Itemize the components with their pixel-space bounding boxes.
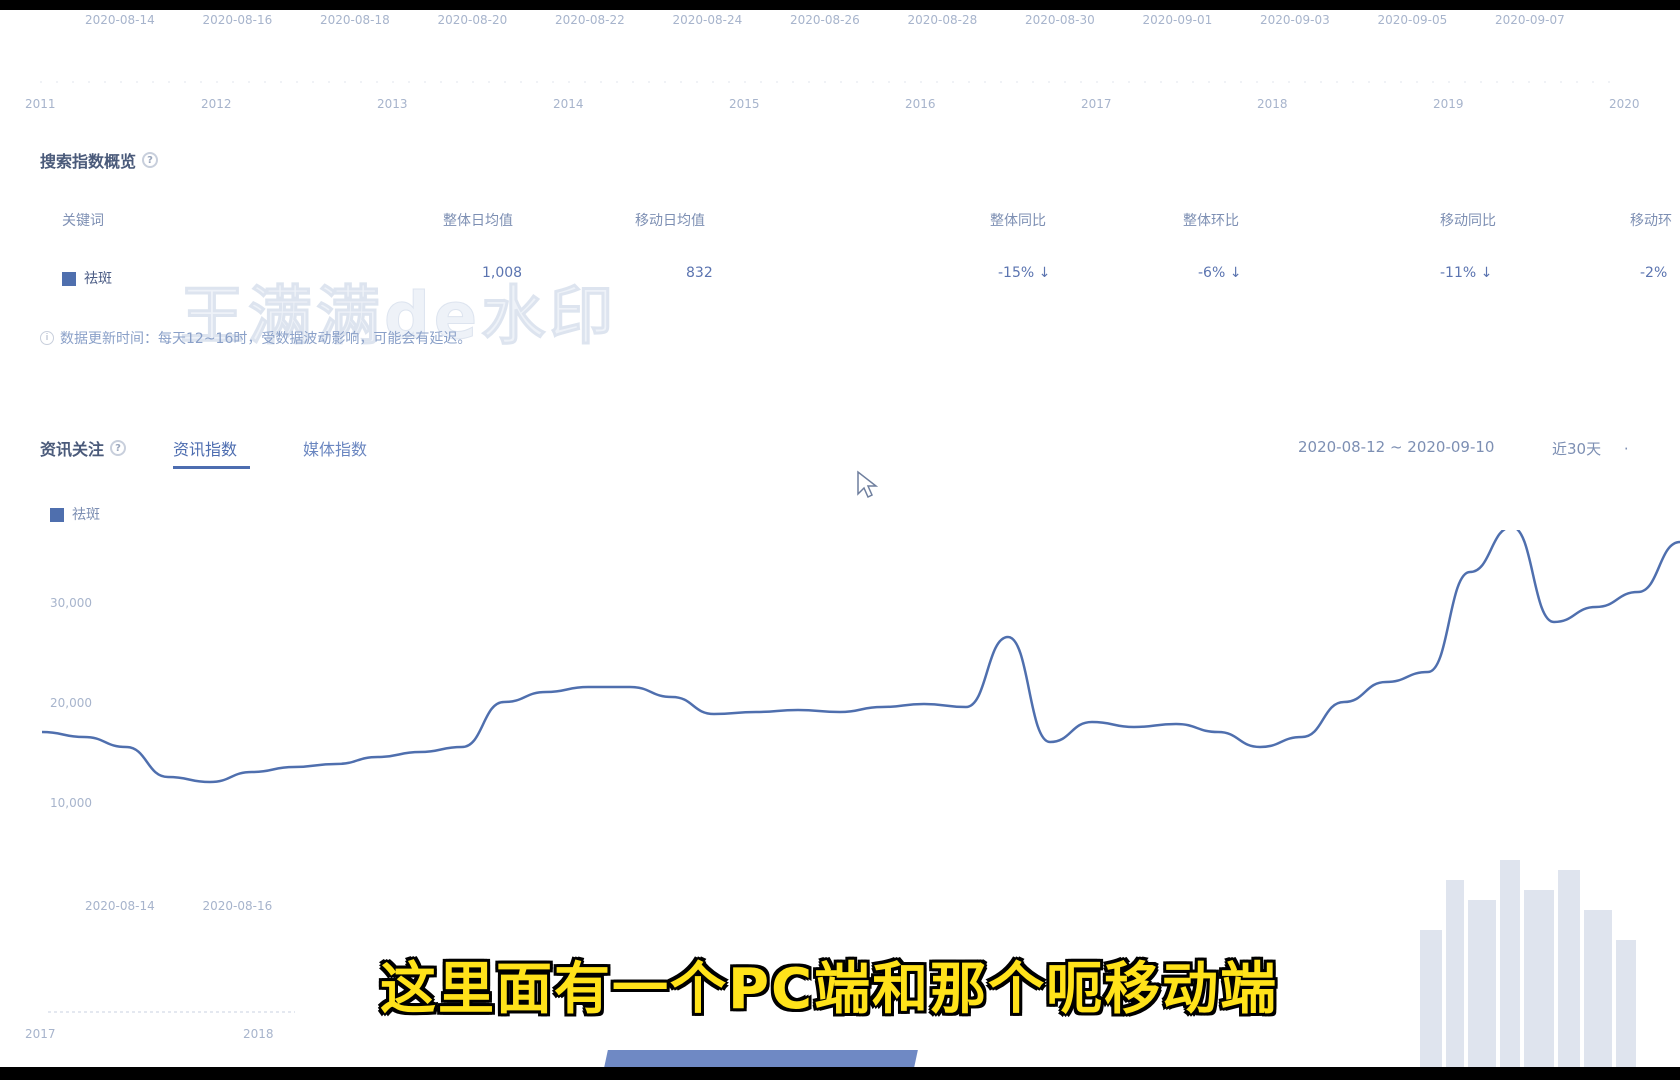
top-date-tick: 2020-08-16: [203, 13, 273, 27]
col-overall-mom: 整体环比: [1183, 213, 1239, 229]
tab-news-index[interactable]: 资讯指数: [173, 436, 237, 460]
overview-title-row: 搜索指数概览 ?: [40, 148, 159, 172]
mobile-yoy-text: -11%: [1440, 265, 1477, 281]
arrow-down-icon: ↓: [1038, 265, 1051, 281]
top-date-tick: 2020-08-20: [438, 13, 508, 27]
keyword-color-swatch: [62, 272, 76, 286]
top-year-tick: 2015: [729, 97, 760, 111]
x-tick-label: 2020-08-16: [203, 899, 273, 913]
y-tick-label: 30,000: [50, 596, 92, 610]
top-date-tick: 2020-09-03: [1260, 13, 1330, 27]
top-year-tick: 2011: [25, 97, 56, 111]
col-overall-avg: 整体日均值: [443, 213, 513, 229]
date-range[interactable]: 2020-08-12 ~ 2020-09-10: [1298, 438, 1494, 456]
top-date-tick: 2020-08-26: [790, 13, 860, 27]
top-date-tick: 2020-09-05: [1378, 13, 1448, 27]
mouse-cursor-icon: [857, 470, 878, 499]
news-title-row: 资讯关注 ?: [40, 436, 127, 460]
col-keyword: 关键词: [62, 213, 104, 229]
y-tick-label: 10,000: [50, 796, 92, 810]
top-year-tick: 2020: [1609, 97, 1640, 111]
overall-yoy-text: -15%: [998, 265, 1035, 281]
mobile-avg-value: 832: [686, 265, 713, 281]
info-icon: i: [40, 331, 54, 345]
y-tick-label: 20,000: [50, 696, 92, 710]
period-select[interactable]: 近30天 ·: [1552, 438, 1629, 459]
top-year-tick: 2016: [905, 97, 936, 111]
news-title: 资讯关注: [40, 440, 105, 459]
top-timeline: 2020-08-14 2020-08-16 2020-08-18 2020-08-20…: [25, 13, 1640, 111]
keyword-name: 祛斑: [84, 271, 112, 287]
bottom-year-tick: 2017: [25, 1027, 56, 1041]
arrow-down-icon: ↓: [1229, 265, 1242, 281]
legend-label: 祛斑: [72, 507, 100, 523]
mobile-mom-value: -2%: [1640, 265, 1668, 281]
active-tab-underline: [173, 466, 250, 469]
top-date-tick: 2020-08-30: [1025, 13, 1095, 27]
col-overall-yoy: 整体同比: [990, 213, 1046, 229]
city-skyline-overlay: [1420, 860, 1636, 1067]
top-date-tick: 2020-08-18: [320, 13, 390, 27]
top-year-tick: 2013: [377, 97, 408, 111]
top-year-tick: 2012: [201, 97, 232, 111]
overall-mom-text: -6%: [1198, 265, 1226, 281]
overall-yoy-value: -15% ↓: [998, 265, 1050, 281]
scrollbar-thumb[interactable]: [602, 1050, 918, 1067]
top-date-tick: 2020-09-07: [1495, 13, 1565, 27]
chevron-down-icon: ·: [1623, 440, 1629, 458]
top-date-tick: 2020-09-01: [1143, 13, 1213, 27]
overall-mom-value: -6% ↓: [1198, 265, 1241, 281]
legend-swatch: [50, 508, 64, 522]
bottom-year-tick: 2018: [243, 1027, 274, 1041]
tab-media-index[interactable]: 媒体指数: [303, 436, 367, 460]
col-mobile-avg: 移动日均值: [635, 213, 705, 229]
keyword-cell: 祛斑: [62, 268, 112, 288]
series-line-qu-ban: [41, 530, 1680, 784]
col-mobile-mom: 移动环: [1630, 213, 1672, 229]
chart-legend[interactable]: 祛斑: [50, 504, 100, 524]
mobile-yoy-value: -11% ↓: [1440, 265, 1492, 281]
col-mobile-yoy: 移动同比: [1440, 213, 1496, 229]
top-year-tick: 2014: [553, 97, 584, 111]
arrow-down-icon: ↓: [1480, 265, 1493, 281]
top-year-tick: 2017: [1081, 97, 1112, 111]
period-select-label: 近30天: [1552, 440, 1602, 458]
top-date-tick: 2020-08-14: [85, 13, 155, 27]
top-year-tick: 2019: [1433, 97, 1464, 111]
update-note-text: 数据更新时间：每天12~16时，受数据波动影响，可能会有延迟。: [60, 331, 472, 347]
top-date-tick: 2020-08-22: [555, 13, 625, 27]
top-date-tick: 2020-08-28: [908, 13, 978, 27]
update-note: i 数据更新时间：每天12~16时，受数据波动影响，可能会有延迟。: [40, 328, 471, 348]
help-icon[interactable]: ?: [142, 152, 159, 168]
help-icon[interactable]: ?: [110, 440, 127, 456]
top-date-tick: 2020-08-24: [673, 13, 743, 27]
video-subtitle: 这里面有一个PC端和那个呃移动端: [380, 957, 1279, 1022]
overview-title: 搜索指数概览: [40, 152, 137, 171]
top-year-tick: 2018: [1257, 97, 1288, 111]
x-tick-label: 2020-08-14: [85, 899, 155, 913]
browser-viewport: 2020-08-14 2020-08-16 2020-08-18 2020-08-20…: [0, 10, 1680, 1067]
